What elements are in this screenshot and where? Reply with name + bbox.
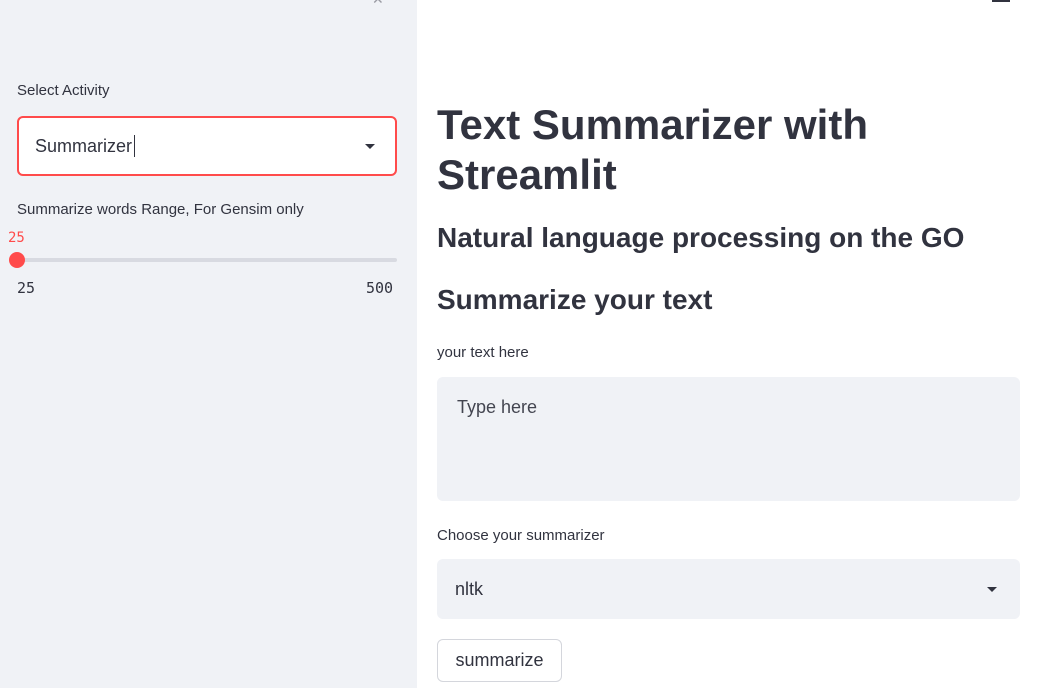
- text-input-label: your text here: [437, 344, 529, 361]
- activity-select[interactable]: Summarizer: [17, 116, 397, 176]
- page-subtitle: Natural language processing on the GO: [437, 222, 965, 253]
- hamburger-menu-icon[interactable]: [992, 0, 1010, 2]
- slider-thumb[interactable]: [9, 252, 25, 268]
- summarizer-select-value: nltk: [455, 578, 484, 599]
- slider-max-label: 500: [366, 279, 394, 297]
- slider-current-value: 25: [8, 230, 25, 246]
- summarizer-label: Choose your summarizer: [437, 527, 605, 544]
- summarize-button[interactable]: summarize: [437, 639, 562, 682]
- slider-min-label: 25: [17, 279, 36, 297]
- text-input[interactable]: [437, 377, 1020, 501]
- chevron-down-icon: [987, 587, 997, 592]
- close-icon[interactable]: ✕: [372, 0, 390, 4]
- section-heading: Summarize your text: [437, 284, 713, 315]
- page-title: Text Summarizer with Streamlit: [437, 101, 868, 198]
- activity-select-value: Summarizer: [35, 135, 133, 156]
- text-cursor: [134, 135, 136, 157]
- app-root: ✕ Select Activity Summarizer Summarize w…: [0, 0, 1038, 688]
- range-label: Summarize words Range, For Gensim only: [17, 201, 304, 218]
- slider-track[interactable]: [17, 258, 397, 262]
- summarizer-select[interactable]: nltk: [437, 559, 1020, 619]
- sidebar: ✕ Select Activity Summarizer Summarize w…: [0, 0, 417, 688]
- select-activity-label: Select Activity: [17, 82, 110, 99]
- chevron-down-icon: [365, 144, 375, 149]
